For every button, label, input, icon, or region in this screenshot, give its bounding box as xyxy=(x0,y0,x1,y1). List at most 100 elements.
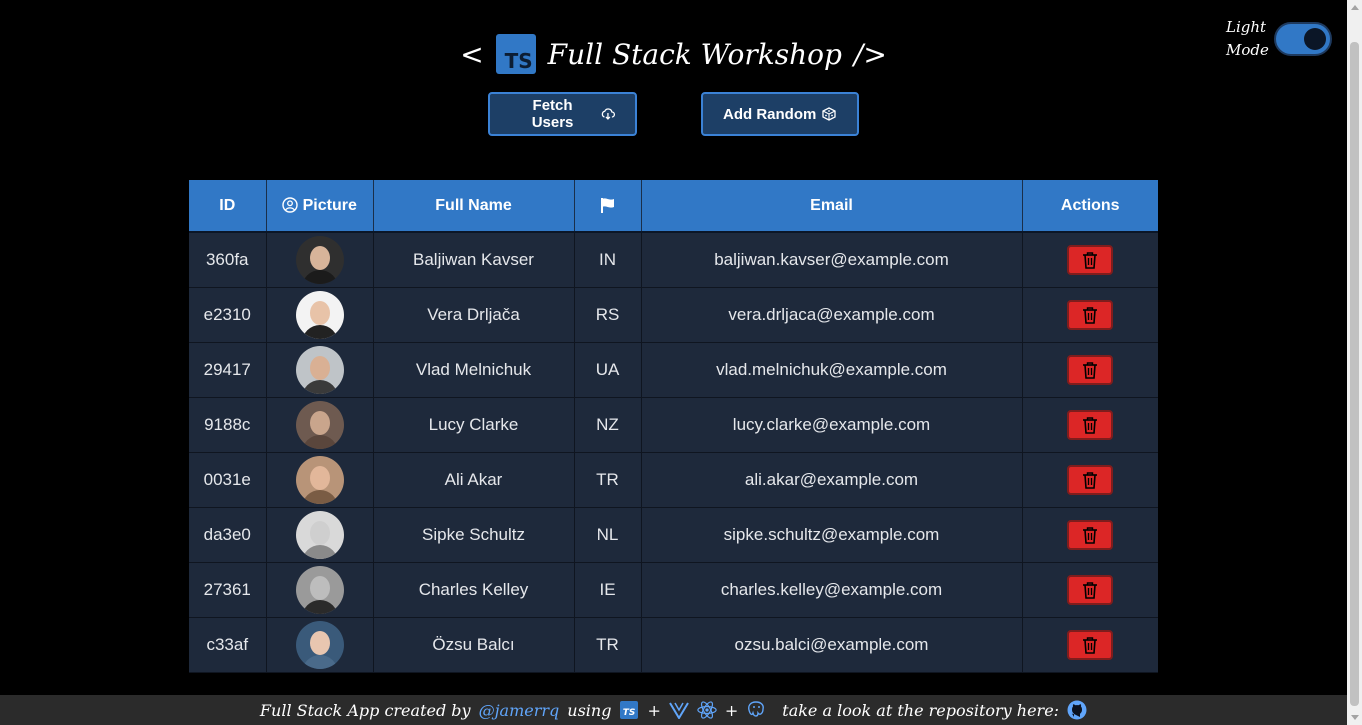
cell-actions xyxy=(1021,507,1158,563)
cell-actions xyxy=(1021,232,1158,288)
cell-country: IE xyxy=(573,562,641,618)
header-picture: Picture xyxy=(265,180,373,233)
cell-picture xyxy=(265,452,373,508)
page-title: < TS Full Stack Workshop /> xyxy=(0,34,1347,74)
avatar-body xyxy=(301,599,338,614)
scrollbar-thumb[interactable] xyxy=(1350,42,1359,706)
cell-picture xyxy=(265,562,373,618)
avatar-face xyxy=(309,355,330,380)
avatar-face xyxy=(309,630,330,655)
avatar-body xyxy=(301,489,338,504)
plus-1: + xyxy=(647,700,661,720)
delete-user-button[interactable] xyxy=(1067,464,1114,495)
footer-using-text: using xyxy=(567,700,612,720)
cell-actions xyxy=(1021,562,1158,618)
cell-id: 0031e xyxy=(189,452,266,508)
fetch-users-label: Fetch Users xyxy=(531,97,574,131)
cell-country: RS xyxy=(573,287,641,343)
delete-user-button[interactable] xyxy=(1067,519,1114,550)
delete-user-button[interactable] xyxy=(1067,299,1114,330)
avatar-face xyxy=(309,245,330,270)
author-link[interactable]: @jamerrq xyxy=(479,701,560,720)
cell-full-name: Vlad Melnichuk xyxy=(372,342,574,398)
table-row: c33af Özsu Balcı TR ozsu.balci@example.com xyxy=(189,617,1158,673)
cell-id: da3e0 xyxy=(189,507,266,563)
theme-toggle-group: Light Mode xyxy=(1226,16,1332,62)
cell-full-name: Vera Drljača xyxy=(372,287,574,343)
cell-picture xyxy=(265,287,373,343)
cell-country: NL xyxy=(573,507,641,563)
cell-country: NZ xyxy=(573,397,641,453)
avatar-body xyxy=(301,269,338,284)
cell-id: c33af xyxy=(189,617,266,673)
scroll-up-arrow-icon[interactable] xyxy=(1351,5,1359,10)
cell-picture xyxy=(265,507,373,563)
footer: Full Stack App created by @jamerrq using… xyxy=(0,695,1347,725)
avatar-face xyxy=(309,520,330,545)
table-row: da3e0 Sipke Schultz NL sipke.schultz@exampl… xyxy=(189,507,1158,563)
cell-full-name: Baljiwan Kavser xyxy=(372,232,574,288)
svg-text:TS: TS xyxy=(623,708,636,718)
title-close-bracket: /> xyxy=(853,37,887,71)
delete-user-button[interactable] xyxy=(1067,629,1114,660)
avatar-body xyxy=(301,324,338,339)
avatar xyxy=(295,565,344,614)
react-icon xyxy=(697,700,717,720)
cell-actions xyxy=(1021,452,1158,508)
cell-country: IN xyxy=(573,232,641,288)
avatar-face xyxy=(309,465,330,490)
cell-email: ozsu.balci@example.com xyxy=(640,617,1022,673)
add-random-button[interactable]: Add Random xyxy=(701,92,859,136)
delete-user-button[interactable] xyxy=(1067,354,1114,385)
table-row: 0031e Ali Akar TR ali.akar@example.com xyxy=(189,452,1158,508)
trash-icon xyxy=(1083,526,1098,544)
scroll-down-arrow-icon[interactable] xyxy=(1351,715,1359,720)
header-country xyxy=(573,180,641,233)
users-table: ID Picture Full Name Email Actions 360fa… xyxy=(189,180,1158,673)
cell-actions xyxy=(1021,342,1158,398)
trash-icon xyxy=(1083,471,1098,489)
cell-id: 9188c xyxy=(189,397,266,453)
avatar-face xyxy=(309,300,330,325)
cell-full-name: Lucy Clarke xyxy=(372,397,574,453)
light-mode-toggle[interactable] xyxy=(1274,22,1332,56)
cell-picture xyxy=(265,342,373,398)
cell-email: lucy.clarke@example.com xyxy=(640,397,1022,453)
avatar-face xyxy=(309,410,330,435)
plus-2: + xyxy=(724,700,739,720)
header-actions: Actions xyxy=(1021,180,1158,233)
postgresql-icon xyxy=(746,700,766,720)
table-row: 29417 Vlad Melnichuk UA vlad.melnichuk@exam… xyxy=(189,342,1158,398)
avatar xyxy=(295,235,344,284)
dice-icon xyxy=(822,107,836,121)
vertical-scrollbar[interactable] xyxy=(1347,0,1362,725)
table-row: 9188c Lucy Clarke NZ lucy.clarke@example.co… xyxy=(189,397,1158,453)
vite-icon xyxy=(669,700,689,720)
avatar-body xyxy=(301,434,338,449)
header-id: ID xyxy=(189,180,266,233)
avatar xyxy=(295,345,344,394)
header-picture-label: Picture xyxy=(302,196,357,214)
cell-picture xyxy=(265,232,373,288)
table-header-row: ID Picture Full Name Email Actions xyxy=(189,180,1158,233)
cell-full-name: Özsu Balcı xyxy=(372,617,574,673)
delete-user-button[interactable] xyxy=(1067,574,1114,605)
trash-icon xyxy=(1083,361,1098,379)
table-row: 360fa Baljiwan Kavser IN baljiwan.kavser@ex… xyxy=(189,232,1158,288)
cell-email: vlad.melnichuk@example.com xyxy=(640,342,1022,398)
cell-actions xyxy=(1021,617,1158,673)
title-open-bracket: < xyxy=(460,37,484,71)
delete-user-button[interactable] xyxy=(1067,409,1114,440)
table-row: e2310 Vera Drljača RS vera.drljaca@example.… xyxy=(189,287,1158,343)
add-random-label: Add Random xyxy=(723,105,817,123)
avatar xyxy=(295,400,344,449)
toggle-knob xyxy=(1304,28,1326,50)
cell-picture xyxy=(265,617,373,673)
cell-country: UA xyxy=(573,342,641,398)
delete-user-button[interactable] xyxy=(1067,244,1114,275)
fetch-users-button[interactable]: Fetch Users xyxy=(488,92,637,136)
cell-picture xyxy=(265,397,373,453)
github-icon[interactable] xyxy=(1067,700,1087,720)
title-text: Full Stack Workshop xyxy=(547,37,842,71)
cell-full-name: Charles Kelley xyxy=(372,562,574,618)
